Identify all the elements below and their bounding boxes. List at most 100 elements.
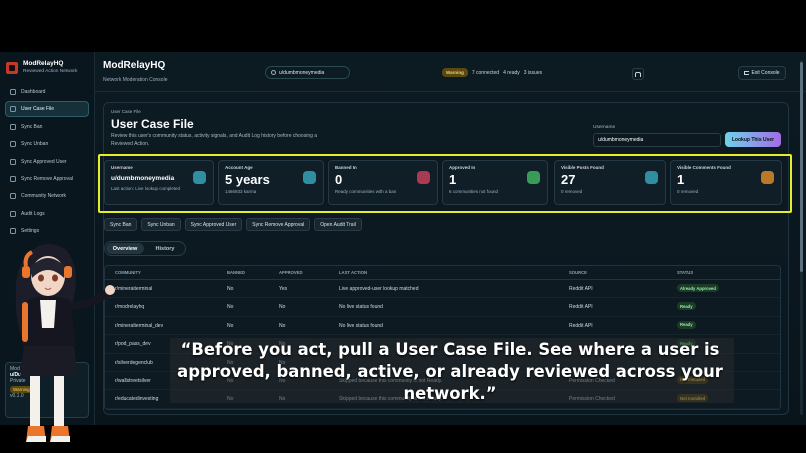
sidebar-item-sync-unban[interactable]: Sync Unban — [5, 136, 89, 152]
sync-approved-user-button[interactable]: Sync Approved User — [184, 218, 243, 231]
sidebar-item-label: Sync Approved User — [21, 158, 67, 165]
network-icon — [10, 193, 16, 200]
cell-banned: No — [227, 304, 234, 311]
column-header-approved: APPROVED — [279, 270, 303, 275]
sidebar-item-label: Sync Ban — [21, 123, 43, 130]
stat-card-username: Username u/dumbmoneymedia Last action: L… — [104, 160, 214, 205]
main-scrollbar[interactable] — [800, 60, 803, 415]
stat-label: Username — [111, 165, 133, 170]
cell-banned: No — [227, 286, 234, 292]
letterbox-bottom — [0, 425, 806, 453]
video-caption: “Before you act, pull a User Case File. … — [177, 340, 723, 403]
sidebar-item-label: Community Network — [21, 193, 67, 200]
cell-community: r/mineralterminal_dev — [115, 322, 164, 329]
brand-logo-icon — [6, 62, 18, 74]
sidebar-item-label: Sync Remove Approval — [21, 175, 73, 182]
case-file-description: Review this user's community status, act… — [111, 133, 318, 147]
column-header-status: STATUS — [677, 270, 694, 275]
check-icon — [527, 171, 540, 184]
sidebar-item-sync-remove-approval[interactable]: Sync Remove Approval — [5, 171, 89, 187]
cell-community: r/silverdegenclub — [115, 359, 153, 366]
cell-source: Reddit API — [569, 322, 593, 329]
column-header-banned: BANNED — [227, 270, 245, 275]
top-header: ModRelayHQ Network Moderation Console Wa… — [95, 52, 806, 92]
case-file-eyebrow: User Case File — [111, 109, 141, 114]
sidebar-item-sync-ban[interactable]: Sync Ban — [5, 119, 89, 135]
exit-icon — [744, 71, 750, 75]
notification-bell-icon[interactable] — [632, 68, 644, 80]
stat-label: Banned In — [335, 165, 357, 170]
grid-icon — [10, 89, 16, 95]
open-audit-trail-button[interactable]: Open Audit Trail — [314, 218, 362, 231]
cell-approved: No — [279, 322, 286, 329]
exit-console-button[interactable]: Exit Console — [738, 66, 786, 80]
column-header-last-action: LAST ACTION — [339, 270, 367, 275]
action-button-row: Sync Ban Sync Unban Sync Approved User S… — [104, 218, 362, 231]
user-remove-icon — [10, 175, 16, 182]
stat-sub: 1466933 karma — [225, 189, 257, 194]
search-input[interactable] — [279, 69, 345, 76]
clock-icon — [303, 171, 316, 184]
stat-sub: 0 removed — [677, 189, 699, 194]
table-header-row: COMMUNITY BANNED APPROVED LAST ACTION SO… — [105, 266, 780, 280]
column-header-source: SOURCE — [569, 270, 587, 275]
scrollbar-thumb[interactable] — [800, 62, 803, 272]
status-badge: Ready — [677, 320, 696, 329]
case-file-title: User Case File — [111, 117, 194, 131]
sidebar-item-label: User Case File — [21, 106, 55, 113]
sidebar-item-user-case-file[interactable]: User Case File — [5, 101, 89, 118]
stat-card-account-age: Account Age 5 years 1466933 karma — [218, 160, 324, 205]
ban-icon — [10, 123, 16, 130]
gear-icon — [10, 228, 16, 235]
user-check-icon — [10, 158, 16, 165]
stat-label: Visible Comments Found — [677, 165, 731, 170]
stat-card-visible-posts: Visible Posts Found 27 0 removed — [554, 160, 666, 205]
stat-label: Approved In — [449, 165, 476, 170]
warning-badge: Warning — [442, 68, 468, 77]
global-search[interactable] — [265, 66, 350, 79]
exit-console-label: Exit Console — [751, 70, 780, 76]
sync-remove-approval-button[interactable]: Sync Remove Approval — [246, 218, 311, 231]
comment-icon — [761, 171, 774, 184]
sidebar-item-dashboard[interactable]: Dashboard — [5, 84, 89, 100]
stat-sub: 6 communities not found — [449, 189, 499, 194]
cell-last-action: No live status found — [339, 304, 383, 311]
brand-title: ModRelayHQ — [23, 60, 64, 67]
post-icon — [645, 171, 658, 184]
connected-count: 7 connected — [471, 69, 500, 76]
cell-community: r/wallstreetsilver — [115, 377, 151, 384]
sync-unban-button[interactable]: Sync Unban — [141, 218, 181, 231]
lookup-user-button[interactable]: Lookup This User — [725, 132, 781, 147]
brand-subtitle: Reviewed Action Network — [23, 69, 78, 74]
tab-history[interactable]: History — [146, 243, 184, 254]
username-input[interactable] — [593, 133, 721, 147]
sidebar-item-sync-approved-user[interactable]: Sync Approved User — [5, 154, 89, 170]
sidebar-item-label: Settings — [21, 228, 40, 235]
sidebar-item-audit-logs[interactable]: Audit Logs — [5, 206, 89, 222]
stat-card-banned-in: Banned In 0 Ready communities with a ban — [328, 160, 438, 205]
sidebar-item-label: Audit Logs — [21, 210, 45, 217]
table-row[interactable]: r/modrelayhq No No No live status found Redd… — [105, 298, 780, 317]
cell-source: Reddit API — [569, 304, 593, 311]
unban-icon — [10, 141, 16, 148]
search-icon — [10, 106, 16, 113]
cell-last-action: No live status found — [339, 322, 383, 329]
table-row[interactable]: r/mineraiterminal No Yes Live approved-user… — [105, 280, 780, 299]
sync-ban-button[interactable]: Sync Ban — [104, 218, 138, 231]
page-subtitle: Network Moderation Console — [103, 77, 168, 83]
cell-community: r/educatedinvesting — [115, 396, 159, 403]
cell-community: r/mineraiterminal — [115, 286, 153, 292]
stat-card-visible-comments: Visible Comments Found 1 0 removed — [670, 160, 782, 205]
sidebar-item-label: Dashboard — [21, 89, 46, 95]
sidebar-item-label: Sync Unban — [21, 141, 49, 148]
brand: ModRelayHQ Reviewed Action Network — [0, 52, 94, 82]
log-icon — [10, 210, 16, 217]
stat-sub: Ready communities with a ban — [335, 189, 397, 194]
sidebar-item-community-network[interactable]: Community Network — [5, 188, 89, 204]
search-icon — [271, 70, 276, 75]
status-badge: Already Approved — [677, 284, 719, 292]
ban-icon — [417, 171, 430, 184]
table-row[interactable]: r/mineralterminal_dev No No No live status … — [105, 317, 780, 336]
cell-community: r/pod_pass_dev — [115, 341, 151, 348]
connection-status: Warning 7 connected 4 ready 3 issues — [442, 68, 542, 77]
